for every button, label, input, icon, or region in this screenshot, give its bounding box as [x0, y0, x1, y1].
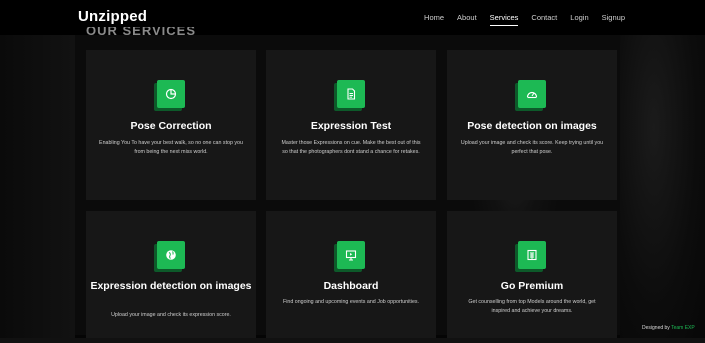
nav-login[interactable]: Login [570, 13, 588, 26]
card-title: Pose detection on images [467, 120, 597, 132]
presentation-icon [337, 241, 365, 269]
background-right [620, 35, 705, 343]
card-title: Go Premium [500, 280, 564, 292]
service-card-pose-correction[interactable]: Pose Correction Enabling You To have you… [86, 50, 256, 200]
footer-credit: Designed by Team EXP [642, 325, 695, 331]
nav-home[interactable]: Home [424, 13, 444, 26]
nav-about[interactable]: About [457, 13, 477, 26]
service-card-go-premium[interactable]: Go Premium Get counselling from top Mode… [447, 211, 617, 338]
card-title: Expression Test [310, 120, 392, 132]
nav-links: Home About Services Contact Login Signup [424, 13, 625, 26]
nav-contact[interactable]: Contact [531, 13, 557, 26]
nav-services[interactable]: Services [489, 13, 519, 26]
card-description: Upload your image and check its score. K… [460, 140, 604, 155]
nav-signup[interactable]: Signup [602, 13, 625, 26]
background-left [0, 35, 75, 343]
service-card-expression-detection[interactable]: Expression detection on images Upload yo… [86, 211, 256, 338]
card-title: Dashboard [323, 280, 379, 292]
service-card-pose-detection[interactable]: Pose detection on images Upload your ima… [447, 50, 617, 200]
premium-icon [518, 241, 546, 269]
gauge-icon [518, 80, 546, 108]
card-title: Pose Correction [130, 120, 212, 132]
card-description: Master those Expressions on cue. Make th… [281, 140, 421, 155]
card-description: Get counselling from top Models around t… [468, 299, 596, 314]
card-title: Expression detection on images [90, 280, 252, 292]
card-description: Upload your image and check its expressi… [111, 312, 231, 318]
section-title: OUR SERVICES [86, 27, 197, 37]
card-description: Enabling You To have your best walk, so … [99, 140, 243, 155]
team-link[interactable]: Team EXP [671, 325, 695, 331]
globe-icon [157, 241, 185, 269]
service-card-dashboard[interactable]: Dashboard Find ongoing and upcoming even… [266, 211, 436, 338]
designed-by-label: Designed by [642, 325, 670, 331]
service-card-expression-test[interactable]: Expression Test Master those Expressions… [266, 50, 436, 200]
chart-pie-icon [157, 80, 185, 108]
card-description: Find ongoing and upcoming events and Job… [282, 299, 420, 305]
brand-logo[interactable]: Unzipped [78, 8, 147, 25]
bottom-strip [0, 338, 705, 343]
document-icon [337, 80, 365, 108]
